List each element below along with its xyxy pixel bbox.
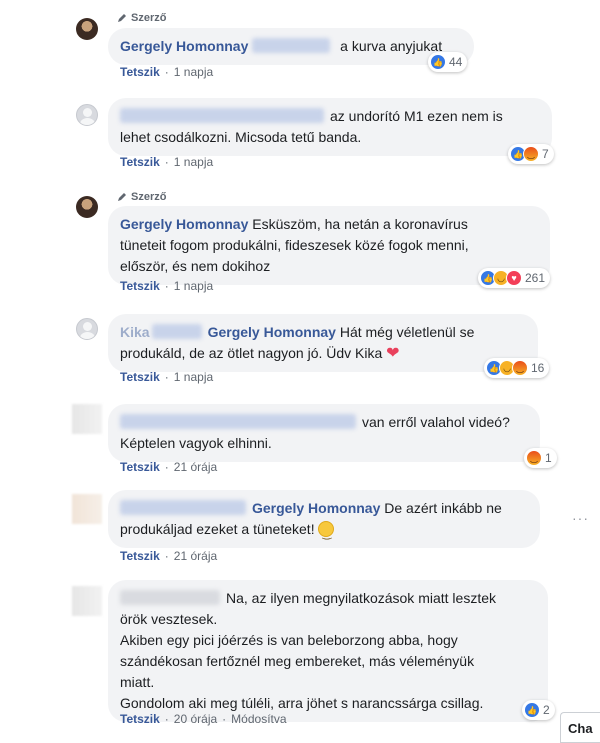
like-link[interactable]: Tetszik (120, 370, 160, 384)
avatar[interactable] (72, 404, 102, 434)
comment-text: a kurva anyjukat (340, 38, 443, 54)
heart-emoji-icon: ❤ (386, 345, 400, 362)
like-link[interactable]: Tetszik (120, 279, 160, 293)
timestamp[interactable]: 1 napja (174, 155, 213, 169)
like-link[interactable]: Tetszik (120, 549, 160, 563)
avatar[interactable] (72, 586, 102, 616)
like-reaction-icon (524, 702, 540, 718)
redacted-name (120, 414, 356, 429)
redacted-name (120, 108, 324, 123)
comment-bubble: az undorító M1 ezen nem is lehet csodálk… (108, 98, 552, 156)
mention[interactable]: Gergely Homonnay (208, 324, 336, 340)
angry-reaction-icon (523, 146, 539, 162)
love-reaction-icon (506, 270, 522, 286)
comment-text: produkáljad ezeket a tüneteket! (120, 521, 315, 537)
angry-reaction-icon (526, 450, 542, 466)
redacted-name (120, 590, 220, 605)
comment-text: miatt. (120, 674, 155, 690)
avatar[interactable] (76, 318, 98, 340)
comment-bubble: Gergely Homonnay De azért inkább ne prod… (108, 490, 540, 548)
smile-emoji-icon (318, 521, 335, 545)
comment-text: először, és nem dokihoz (120, 258, 271, 274)
reaction-summary[interactable]: 16 (484, 358, 550, 378)
comment-meta: Tetszik · 1 napja (120, 155, 214, 169)
timestamp[interactable]: 1 napja (174, 370, 213, 384)
timestamp[interactable]: 20 órája (174, 712, 217, 726)
reaction-summary[interactable]: 7 (508, 144, 554, 164)
comment-text: produkáld, de az ötlet nagyon jó. Üdv Ki… (120, 345, 383, 361)
comment-text: Hát még véletlenül se (339, 324, 475, 340)
comment-text: tüneteit fogom produkálni, fideszesek kö… (120, 237, 469, 253)
avatar[interactable] (76, 196, 98, 218)
chat-tab[interactable]: Cha (560, 712, 600, 743)
redacted-name (252, 38, 331, 53)
comment-meta: Tetszik · 1 napja (120, 65, 214, 79)
avatar[interactable] (76, 18, 98, 40)
comment-bubble: Na, az ilyen megnyilatkozások miatt lesz… (108, 580, 548, 722)
like-link[interactable]: Tetszik (120, 712, 160, 726)
timestamp[interactable]: 1 napja (174, 65, 213, 79)
redacted-name (120, 500, 246, 515)
author-badge: Szerző (116, 191, 166, 203)
author-badge: Szerző (116, 12, 166, 24)
comment-meta: Tetszik · 21 órája (120, 549, 218, 563)
pencil-icon (118, 193, 126, 201)
comment-text: Esküszöm, ha netán a koronavírus (252, 216, 468, 232)
comment-bubble: van erről valahol videó? Képtelen vagyok… (108, 404, 540, 462)
like-link[interactable]: Tetszik (120, 460, 160, 474)
timestamp[interactable]: 21 órája (174, 549, 217, 563)
reaction-summary[interactable]: 1 (524, 448, 557, 468)
timestamp[interactable]: 1 napja (174, 279, 213, 293)
comment-text: Gondolom aki meg túléli, arra jöhet s na… (120, 695, 484, 711)
comment-text: lehet csodálkozni. Micsoda tetű banda. (120, 129, 362, 145)
mention[interactable]: Gergely Homonnay (252, 500, 380, 516)
avatar[interactable] (72, 494, 102, 524)
pencil-icon (118, 14, 126, 22)
comment-text: De azért inkább ne (384, 500, 502, 516)
like-reaction-icon (430, 54, 446, 70)
comment-text: Akiben egy pici jóérzés is van beleborzo… (120, 632, 458, 648)
comment-author[interactable]: Gergely Homonnay (120, 216, 248, 232)
comment-text: szándékosan fertőznél meg embereket, más… (120, 653, 475, 669)
comment-meta: Tetszik · 20 órája · Módosítva (120, 712, 287, 726)
reaction-summary[interactable]: 44 (428, 52, 468, 72)
reaction-summary[interactable]: 261 (478, 268, 551, 288)
angry-reaction-icon (512, 360, 528, 376)
avatar[interactable] (76, 104, 98, 126)
comment-meta: Tetszik · 1 napja (120, 370, 214, 384)
comment-text: Képtelen vagyok elhinni. (120, 435, 272, 451)
comment-meta: Tetszik · 21 órája (120, 460, 218, 474)
comment-author[interactable]: Kika (120, 324, 150, 340)
more-options-button[interactable]: ··· (572, 510, 589, 526)
comment-author[interactable]: Gergely Homonnay (120, 38, 248, 54)
comment-bubble: Kika Gergely Homonnay Hát még véletlenül … (108, 314, 538, 372)
comment-bubble: Gergely Homonnay a kurva anyjukat (108, 28, 474, 65)
edited-label[interactable]: Módosítva (231, 712, 286, 726)
redacted-name (151, 324, 202, 339)
reaction-summary[interactable]: 2 (522, 700, 555, 720)
like-link[interactable]: Tetszik (120, 65, 160, 79)
comment-text: Na, az ilyen megnyilatkozások miatt lesz… (226, 590, 496, 606)
comment-text: örök vesztesek. (120, 611, 218, 627)
comment-meta: Tetszik · 1 napja (120, 279, 214, 293)
comment-text: van erről valahol videó? (362, 414, 510, 430)
like-link[interactable]: Tetszik (120, 155, 160, 169)
timestamp[interactable]: 21 órája (174, 460, 217, 474)
comment-text: az undorító M1 ezen nem is (330, 108, 503, 124)
